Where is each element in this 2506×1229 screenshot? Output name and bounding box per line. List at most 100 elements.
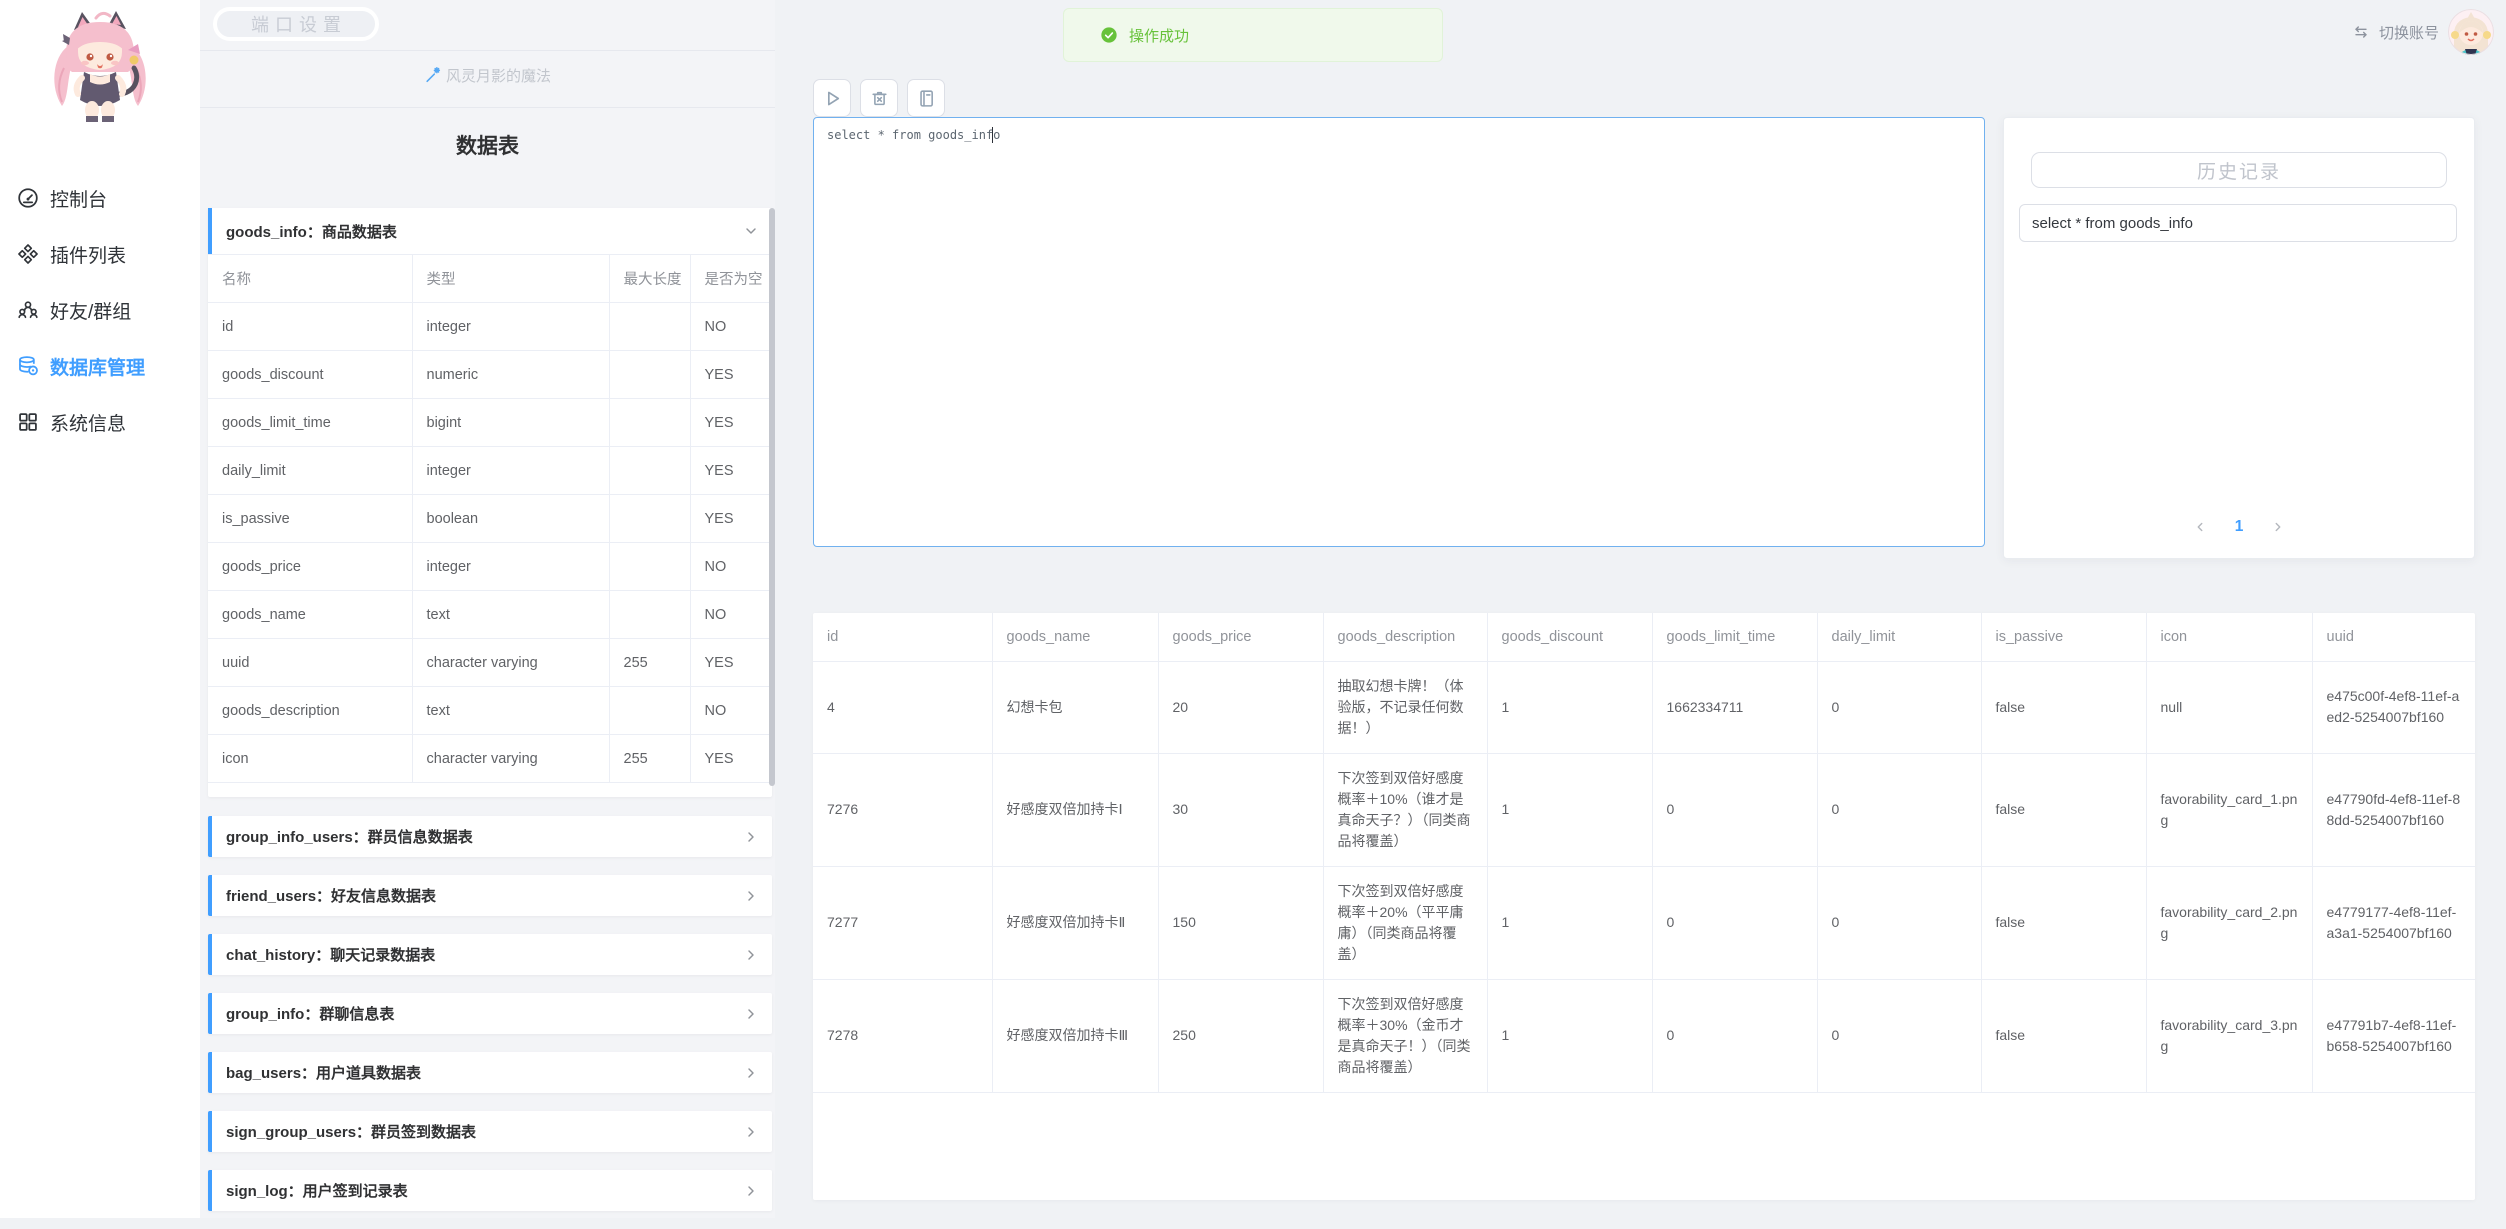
collapsed-table-list: group_info_users：群员信息数据表 friend_users：好友…	[208, 816, 772, 1229]
sidebar: 控制台 插件列表 好友/群组	[0, 0, 200, 1218]
schema-row: id integer NO	[208, 303, 772, 351]
results-table-card: idgoods_namegoods_pricegoods_description…	[813, 613, 2475, 1200]
schema-header-row: 名称 类型 最大长度 是否为空	[208, 255, 772, 303]
cell-goods-limit-time: 0	[1652, 979, 1817, 1092]
chevron-right-icon	[743, 888, 759, 904]
clear-button[interactable]	[860, 79, 898, 117]
sidebar-item-plugins[interactable]: 插件列表	[0, 226, 200, 282]
magic-label-text: 风灵月影的魔法	[446, 65, 551, 86]
table-card-goods-info: goods_info：商品数据表 名称 类型 最大长度 是否为空 id	[208, 208, 772, 797]
schema-cell-type: character varying	[412, 639, 609, 687]
cell-goods-price: 20	[1158, 661, 1323, 753]
cell-is-passive: false	[1981, 753, 2146, 866]
switch-account-label: 切换账号	[2379, 22, 2439, 43]
schema-cell-nullable: NO	[690, 543, 772, 591]
schema-cell-maxlen	[609, 687, 690, 735]
table-card-title: group_info：群聊信息表	[226, 1003, 394, 1024]
schema-cell-nullable: YES	[690, 399, 772, 447]
schema-column-header: 是否为空	[690, 255, 772, 303]
results-column-header: is_passive	[1981, 613, 2146, 661]
run-icon	[822, 88, 843, 109]
divider	[200, 107, 775, 108]
run-query-button[interactable]	[813, 79, 851, 117]
pagination-prev-icon[interactable]	[2193, 520, 2207, 534]
toast-message: 操作成功	[1129, 25, 1189, 46]
goods-info-title: goods_info：商品数据表	[226, 221, 397, 242]
schema-row: is_passive boolean YES	[208, 495, 772, 543]
schema-cell-nullable: NO	[690, 303, 772, 351]
success-toast: 操作成功	[1063, 8, 1443, 62]
sidebar-item-label: 数据库管理	[50, 353, 145, 380]
table-card-title: friend_users：好友信息数据表	[226, 885, 436, 906]
sql-editor[interactable]: select * from goods_info	[813, 117, 1985, 547]
account-switcher[interactable]: 切换账号	[2352, 9, 2494, 55]
history-item[interactable]: select * from goods_info	[2019, 204, 2457, 242]
results-column-header: goods_limit_time	[1652, 613, 1817, 661]
schema-cell-type: text	[412, 687, 609, 735]
results-column-header: uuid	[2312, 613, 2475, 661]
cell-icon: favorability_card_1.png	[2146, 753, 2312, 866]
port-settings-button[interactable]: 端口设置	[213, 7, 379, 41]
goods-info-header[interactable]: goods_info：商品数据表	[208, 208, 772, 254]
schema-cell-type: text	[412, 591, 609, 639]
results-column-header: goods_discount	[1487, 613, 1652, 661]
cell-goods-limit-time: 0	[1652, 753, 1817, 866]
delete-icon	[869, 88, 890, 109]
cell-goods-limit-time: 1662334711	[1652, 661, 1817, 753]
history-title: 历史记录	[2031, 152, 2447, 188]
table-card-collapsed[interactable]: friend_users：好友信息数据表	[208, 875, 772, 916]
cell-daily-limit: 0	[1817, 661, 1981, 753]
pagination-page-1[interactable]: 1	[2235, 518, 2244, 536]
table-card-title: bag_users：用户道具数据表	[226, 1062, 421, 1083]
cell-daily-limit: 0	[1817, 979, 1981, 1092]
schema-cell-type: integer	[412, 447, 609, 495]
table-card-collapsed[interactable]: group_info：群聊信息表	[208, 993, 772, 1034]
sidebar-item-friends[interactable]: 好友/群组	[0, 282, 200, 338]
user-avatar[interactable]	[2448, 9, 2494, 55]
schema-cell-nullable: NO	[690, 591, 772, 639]
schema-cell-name: goods_description	[208, 687, 412, 735]
table-card-collapsed[interactable]: group_info_users：群员信息数据表	[208, 816, 772, 857]
system-grid-icon	[17, 411, 39, 433]
database-icon	[17, 355, 39, 377]
results-column-header: icon	[2146, 613, 2312, 661]
cell-icon: null	[2146, 661, 2312, 753]
history-log-button[interactable]	[907, 79, 945, 117]
cell-goods-name: 好感度双倍加持卡Ⅰ	[992, 753, 1158, 866]
schema-cell-name: is_passive	[208, 495, 412, 543]
cell-uuid: e4779177-4ef8-11ef-a3a1-5254007bf160	[2312, 866, 2475, 979]
history-panel: 历史记录 select * from goods_info 1	[2003, 117, 2475, 559]
schema-cell-name: id	[208, 303, 412, 351]
sidebar-item-system[interactable]: 系统信息	[0, 394, 200, 450]
chevron-down-icon	[743, 223, 759, 239]
schema-cell-name: uuid	[208, 639, 412, 687]
results-column-header: goods_name	[992, 613, 1158, 661]
cell-uuid: e47791b7-4ef8-11ef-b658-5254007bf160	[2312, 979, 2475, 1092]
sql-editor-text: select * from goods_info	[827, 128, 1000, 142]
cell-is-passive: false	[1981, 866, 2146, 979]
sidebar-item-console[interactable]: 控制台	[0, 170, 200, 226]
main-content: select * from goods_info 历史记录 select * f…	[775, 0, 2506, 1218]
cell-uuid: e475c00f-4ef8-11ef-aed2-5254007bf160	[2312, 661, 2475, 753]
cell-goods-description: 下次签到双倍好感度概率＋10%（谁才是真命天子？）（同类商品将覆盖）	[1323, 753, 1487, 866]
schema-cell-name: goods_price	[208, 543, 412, 591]
table-card-collapsed[interactable]: sign_group_users：群员签到数据表	[208, 1111, 772, 1152]
chevron-right-icon	[743, 947, 759, 963]
sidebar-item-database[interactable]: 数据库管理	[0, 338, 200, 394]
schema-cell-name: goods_name	[208, 591, 412, 639]
schema-row: icon character varying 255 YES	[208, 735, 772, 783]
pagination-next-icon[interactable]	[2271, 520, 2285, 534]
divider	[200, 50, 775, 51]
schema-cell-maxlen: 255	[609, 639, 690, 687]
table-card-collapsed[interactable]: sign_log：用户签到记录表	[208, 1170, 772, 1211]
chevron-right-icon	[743, 829, 759, 845]
table-card-collapsed[interactable]: bag_users：用户道具数据表	[208, 1052, 772, 1093]
schema-cell-type: numeric	[412, 351, 609, 399]
schema-cell-maxlen	[609, 543, 690, 591]
cell-goods-description: 下次签到双倍好感度概率＋20%（平平庸庸）（同类商品将覆盖）	[1323, 866, 1487, 979]
table-card-title: sign_group_users：群员签到数据表	[226, 1121, 476, 1142]
table-card-collapsed[interactable]: chat_history：聊天记录数据表	[208, 934, 772, 975]
cell-icon: favorability_card_2.png	[2146, 866, 2312, 979]
schema-cell-nullable: YES	[690, 735, 772, 783]
schema-row: goods_description text NO	[208, 687, 772, 735]
